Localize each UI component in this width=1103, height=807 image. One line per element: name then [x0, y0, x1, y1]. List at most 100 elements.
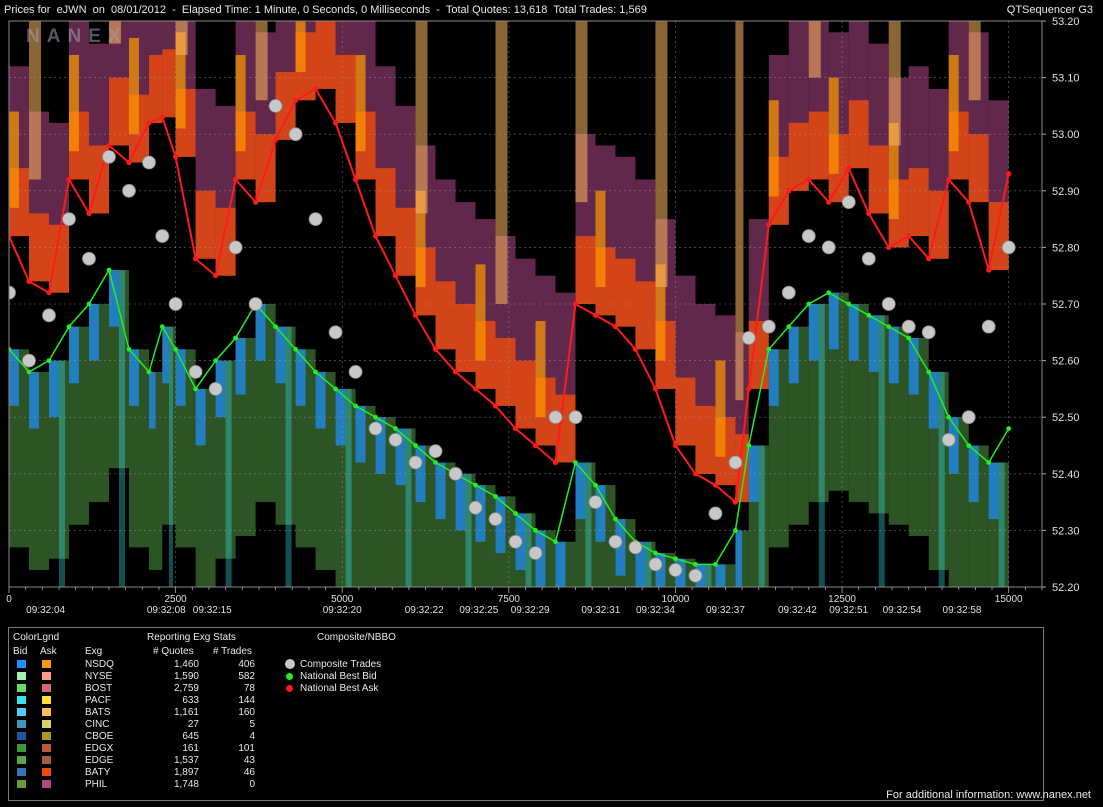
ask-band	[535, 320, 546, 418]
ask-point	[746, 386, 752, 392]
bid-point	[413, 443, 418, 448]
ask-point	[492, 403, 499, 409]
bid-band	[998, 462, 1005, 587]
legend-panel: ColorLgnd Bid Ask Exg Reporting Exg Stat…	[8, 627, 1044, 801]
ask-point	[26, 278, 32, 284]
bid-point	[373, 414, 378, 420]
bid-band	[758, 445, 765, 587]
x-axis: 0 2500 5000 7500 10000 12500 15000 09:32:04 09:3…	[6, 587, 1043, 616]
ask-point	[412, 312, 419, 318]
exchange-quotes: 633	[182, 695, 199, 706]
ask-swatch	[42, 660, 51, 668]
trade-point	[648, 557, 663, 572]
trade-point	[22, 353, 36, 368]
trade-point	[588, 495, 603, 510]
ask-band	[315, 21, 336, 89]
ask-point	[826, 199, 832, 205]
ask-swatch	[42, 696, 51, 704]
bid-band	[585, 462, 592, 587]
ask-band	[948, 54, 959, 152]
bid-band	[715, 564, 726, 587]
bid-band	[868, 315, 879, 372]
exchange-trades: 5	[249, 719, 255, 730]
ask-point	[592, 312, 599, 318]
bid-band	[818, 304, 825, 587]
bid-point	[26, 369, 32, 375]
bid-point	[313, 369, 318, 375]
y-tick-label: 52.20	[1052, 582, 1080, 594]
trade-point	[142, 155, 156, 170]
exchange-quotes: 1,897	[173, 767, 199, 778]
ask-band	[335, 54, 356, 123]
ask-point	[1006, 171, 1012, 177]
legend-title: ColorLgnd	[13, 632, 60, 643]
exchange-name: PACF	[85, 695, 111, 706]
bid-point	[173, 346, 179, 352]
ask-point	[332, 120, 339, 126]
bid-band	[148, 371, 156, 429]
exchange-trades: 4	[249, 731, 255, 742]
ask-point	[986, 267, 992, 273]
x-tick-label: 15000	[995, 594, 1023, 605]
bid-band	[118, 270, 125, 587]
x-time-label: 09:32:08	[147, 605, 186, 616]
exchange-name: EDGE	[85, 755, 114, 766]
stats-col-quotes: # Quotes	[153, 646, 194, 657]
ask-swatch	[42, 744, 51, 752]
ask-point	[806, 176, 812, 183]
ask-band	[595, 190, 606, 288]
trade-point	[981, 319, 996, 334]
ask-point	[126, 159, 132, 166]
ask-band	[175, 21, 188, 55]
bid-point	[293, 346, 298, 352]
ask-band	[235, 54, 246, 152]
trade-point	[248, 297, 263, 311]
ask-swatch	[42, 720, 51, 728]
x-tick-label: 2500	[164, 594, 187, 605]
x-time-label: 09:32:15	[193, 605, 232, 616]
exchange-name: BOST	[85, 683, 113, 694]
exchange-quotes: 1,161	[173, 707, 199, 718]
ask-point	[846, 165, 852, 171]
trade-point	[608, 534, 623, 549]
price-chart: NANEX 53.20 53.10 53.00 52.90 52.80 52.70 52.6…	[6, 16, 1080, 616]
bid-point	[533, 528, 538, 533]
trade-point	[468, 500, 483, 515]
trade-point	[168, 297, 183, 311]
bid-point	[673, 556, 678, 562]
trade-point	[821, 240, 836, 255]
ask-point	[552, 459, 559, 466]
ask-band	[148, 54, 163, 123]
ask-band	[575, 21, 588, 203]
ask-band	[475, 264, 486, 361]
ask-point	[146, 120, 152, 126]
y-tick-label: 52.90	[1052, 186, 1080, 198]
bid-swatch	[17, 756, 26, 764]
ask-band	[768, 100, 779, 197]
x-time-label: 09:32:42	[778, 605, 817, 616]
ask-point	[432, 346, 439, 352]
y-tick-label: 53.20	[1052, 16, 1080, 28]
trade-point	[62, 212, 76, 227]
composite-marker-icon	[285, 659, 295, 669]
x-time-label: 09:32:04	[26, 605, 65, 616]
bid-band	[235, 337, 246, 395]
trade-point	[328, 325, 343, 340]
ask-band	[395, 207, 416, 276]
ask-band	[515, 360, 536, 429]
trade-point	[448, 466, 463, 481]
bid-point	[806, 301, 812, 307]
bid-point	[866, 312, 872, 318]
ask-band	[555, 394, 576, 463]
x-time-label: 09:32:31	[581, 605, 620, 616]
bid-point	[193, 386, 199, 392]
bid-band	[28, 371, 39, 429]
bid-band	[88, 304, 99, 361]
ask-band	[908, 168, 929, 237]
trade-point	[122, 183, 136, 198]
exchange-quotes: 1,460	[173, 659, 199, 670]
bid-point	[146, 369, 152, 375]
ask-swatch	[42, 708, 51, 716]
bid-swatch	[17, 672, 26, 680]
stats-col-trades: # Trades	[213, 646, 252, 657]
